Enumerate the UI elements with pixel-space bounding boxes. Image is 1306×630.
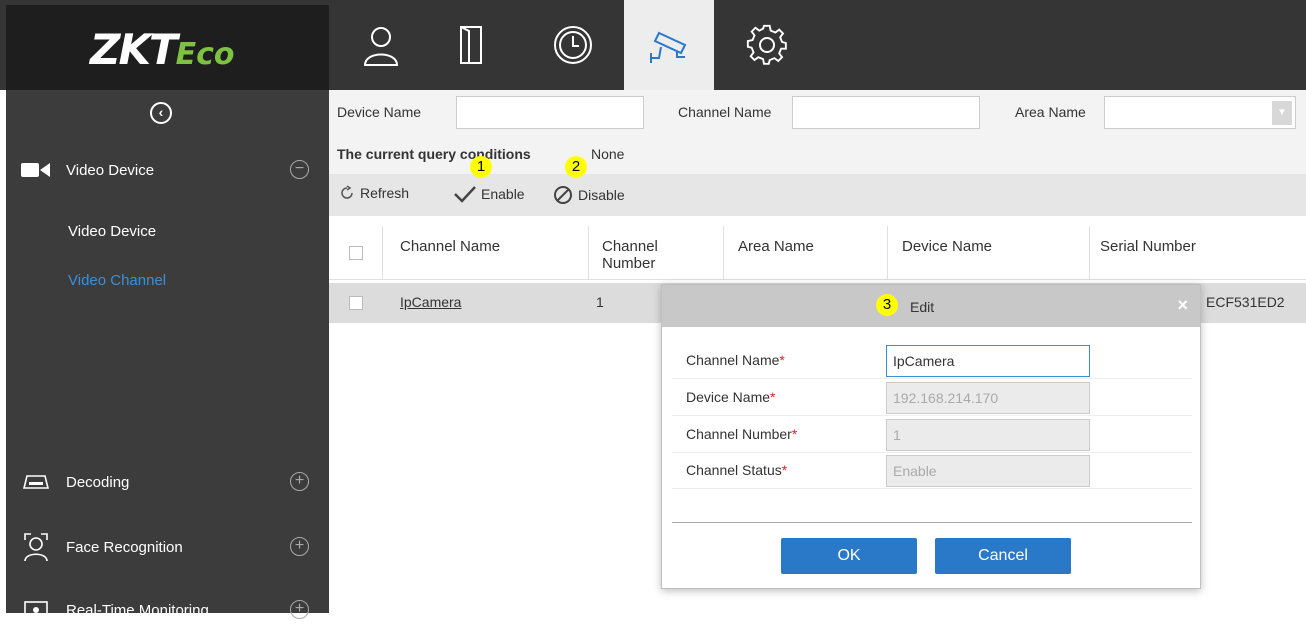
nav-attendance[interactable] xyxy=(528,0,618,90)
disable-button[interactable]: Disable xyxy=(553,185,625,205)
nav-system[interactable] xyxy=(722,0,812,90)
video-camera-icon xyxy=(6,161,66,179)
collapse-group-icon[interactable]: − xyxy=(290,160,309,179)
channel-name-label: Channel Name xyxy=(678,104,772,120)
check-icon xyxy=(454,186,476,203)
row-checkbox[interactable] xyxy=(349,296,363,310)
sidebar-group-decoding[interactable]: Decoding + xyxy=(6,462,329,502)
enable-label: Enable xyxy=(481,186,525,202)
sidebar-group-video-device[interactable]: Video Device − xyxy=(6,150,329,190)
sidebar-item-video-device[interactable]: Video Device xyxy=(68,223,156,240)
collapse-sidebar-icon[interactable]: ‹ xyxy=(150,102,172,124)
refresh-button[interactable]: Refresh xyxy=(339,185,409,201)
sidebar-group-face-recognition[interactable]: Face Recognition + xyxy=(6,527,329,567)
callout-badge-3: 3 xyxy=(876,294,898,316)
enable-button[interactable]: Enable xyxy=(454,185,525,203)
table-header: Channel Name Channel Number Area Name De… xyxy=(329,226,1306,280)
dialog-divider xyxy=(672,522,1192,523)
area-name-select[interactable]: ▼ xyxy=(1104,96,1296,129)
chevron-down-icon[interactable]: ▼ xyxy=(1272,101,1292,125)
query-bar: Device Name Channel Name Area Name ▼ xyxy=(329,90,1306,138)
dialog-header: 3 Edit × xyxy=(662,285,1200,327)
select-all-checkbox[interactable] xyxy=(349,246,363,260)
column-divider xyxy=(588,226,589,280)
device-name-field: 192.168.214.170 xyxy=(886,382,1090,414)
nav-personnel[interactable] xyxy=(336,0,426,90)
column-header-channel-number[interactable]: Channel Number xyxy=(602,238,682,272)
nav-video[interactable] xyxy=(624,0,714,90)
logo: ZKTEco xyxy=(90,25,235,74)
edit-dialog: 3 Edit × Channel Name* IpCamera Device N… xyxy=(661,284,1201,589)
form-row-channel-status: Channel Status* Enable xyxy=(672,453,1192,489)
column-header-device-name[interactable]: Device Name xyxy=(902,238,992,255)
clock-icon xyxy=(554,26,592,64)
column-divider xyxy=(723,226,724,280)
close-icon[interactable]: × xyxy=(1177,295,1188,316)
ok-button[interactable]: OK xyxy=(781,538,917,574)
channel-name-input[interactable] xyxy=(792,96,980,129)
refresh-icon xyxy=(341,185,353,199)
decoder-icon xyxy=(6,474,66,490)
device-name-label: Device Name xyxy=(337,104,422,120)
channel-name-field-label: Channel Name* xyxy=(686,352,785,368)
door-icon xyxy=(460,26,482,64)
channel-number-field-label: Channel Number* xyxy=(686,426,798,442)
sidebar: ‹ Video Device − Video Device Video Chan… xyxy=(6,90,329,619)
channel-name-link[interactable]: IpCamera xyxy=(400,294,461,310)
person-icon xyxy=(363,27,399,66)
nav-access[interactable] xyxy=(426,0,516,90)
column-divider xyxy=(382,226,383,280)
form-row-device-name: Device Name* 192.168.214.170 xyxy=(672,380,1192,416)
conditions-value: None xyxy=(591,146,625,162)
callout-badge-2: 2 xyxy=(565,156,587,178)
channel-name-field[interactable]: IpCamera xyxy=(886,345,1090,377)
channel-status-field: Enable xyxy=(886,455,1090,487)
top-bar: ZKTEco xyxy=(0,0,1306,90)
expand-group-icon[interactable]: + xyxy=(290,537,309,556)
area-name-label: Area Name xyxy=(1015,104,1086,120)
sidebar-group-label: Video Device xyxy=(66,161,155,179)
column-header-area-name[interactable]: Area Name xyxy=(738,238,814,255)
column-header-serial-number[interactable]: Serial Number xyxy=(1100,238,1196,255)
form-row-channel-number: Channel Number* 1 xyxy=(672,417,1192,453)
sidebar-group-real-time-monitoring[interactable]: Real-Time Monitoring + xyxy=(6,590,329,630)
channel-number-cell: 1 xyxy=(596,294,604,310)
disable-icon xyxy=(554,186,572,204)
column-divider xyxy=(887,226,888,280)
toolbar: Refresh Enable Disable xyxy=(329,174,1306,216)
sidebar-item-video-channel[interactable]: Video Channel xyxy=(68,272,166,289)
sidebar-group-label: Decoding xyxy=(66,473,130,491)
column-divider xyxy=(1089,226,1090,280)
device-name-input[interactable] xyxy=(456,96,644,129)
conditions-label: The current query conditions xyxy=(337,146,531,162)
gear-icon xyxy=(746,24,787,65)
sidebar-group-label: Face Recognition xyxy=(66,538,183,556)
refresh-label: Refresh xyxy=(360,185,410,201)
column-header-channel-name[interactable]: Channel Name xyxy=(400,238,500,255)
channel-status-field-label: Channel Status* xyxy=(686,462,788,478)
camera-icon xyxy=(650,31,687,63)
logo-area: ZKTEco xyxy=(6,5,329,90)
form-row-channel-name: Channel Name* IpCamera xyxy=(672,343,1192,379)
dialog-title: Edit xyxy=(910,299,935,315)
device-name-field-label: Device Name* xyxy=(686,389,776,405)
callout-badge-1: 1 xyxy=(470,156,492,178)
face-icon xyxy=(6,532,66,562)
expand-group-icon[interactable]: + xyxy=(290,472,309,491)
sidebar-group-label: Real-Time Monitoring xyxy=(66,601,209,619)
disable-label: Disable xyxy=(578,187,625,203)
monitor-icon xyxy=(6,600,66,620)
serial-number-cell: ECF531ED2 xyxy=(1206,294,1285,310)
channel-number-field: 1 xyxy=(886,419,1090,451)
cancel-button[interactable]: Cancel xyxy=(935,538,1071,574)
expand-group-icon[interactable]: + xyxy=(290,600,309,619)
